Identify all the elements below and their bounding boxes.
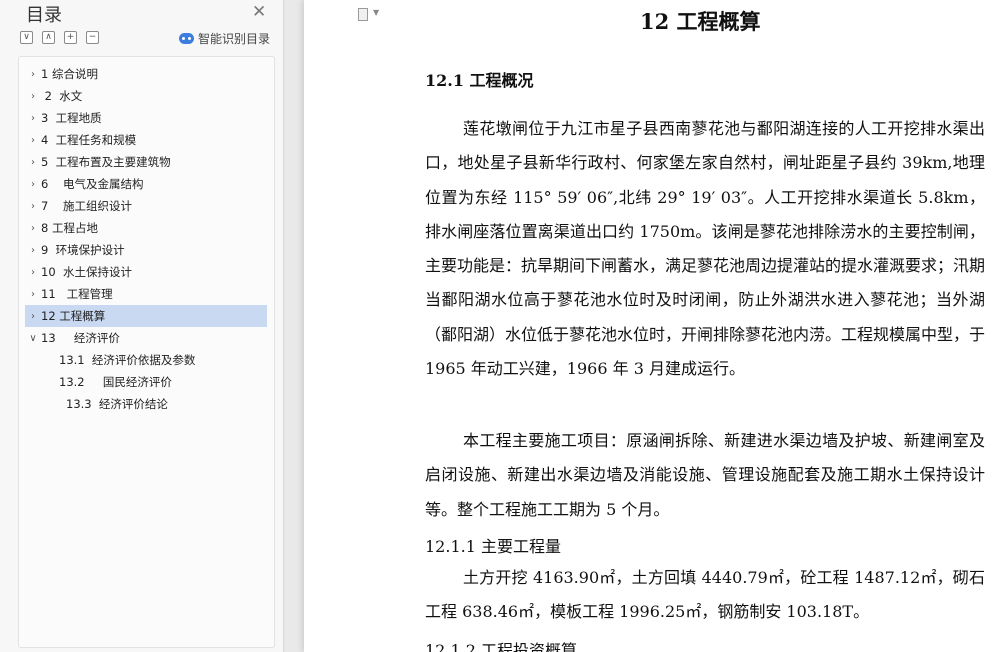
sidebar-splitter[interactable]	[285, 0, 304, 652]
subsection-heading: 12.1.1 主要工程量	[425, 537, 561, 556]
toc-toolbar: ∨ ∧ + −	[20, 31, 99, 44]
caret-down-icon[interactable]: ▼	[373, 8, 379, 17]
ai-icon	[179, 33, 194, 44]
body-paragraph: 莲花墩闸位于九江市星子县西南蓼花池与鄱阳湖连接的人工开挖排水渠出口，地处星子县新…	[425, 119, 986, 379]
toc-item-label: 11 工程管理	[41, 287, 113, 301]
toc-item[interactable]: › 1 综合说明	[25, 63, 267, 85]
chevron-down-icon[interactable]: ∨	[25, 333, 41, 344]
toc-item-label: 1 综合说明	[41, 67, 98, 81]
toc-item[interactable]: › 2 水文	[25, 85, 267, 107]
chevron-right-icon[interactable]: ›	[25, 69, 41, 80]
body-paragraph: 本工程主要施工项目：原涵闸拆除、新建进水渠边墙及护坡、新建闸室及启闭设施、新建出…	[425, 431, 985, 519]
chevron-right-icon[interactable]: ›	[25, 113, 41, 124]
toc-item[interactable]: › 4 工程任务和规模	[25, 129, 267, 151]
chevron-right-icon[interactable]: ›	[25, 179, 41, 190]
toc-item-label: 13 经济评价	[41, 331, 120, 345]
toc-item[interactable]: › 7 施工组织设计	[25, 195, 267, 217]
section-heading: 12.1 工程概况	[425, 71, 534, 90]
chapter-title: 12 工程概算	[640, 9, 761, 34]
chevron-right-icon[interactable]: ›	[25, 311, 41, 322]
toc-sidebar: 目录 ✕ ∨ ∧ + − 智能识别目录 › 1 综合说明 › 2 水文 › 3 工程…	[0, 0, 284, 652]
chevron-right-icon[interactable]: ›	[25, 135, 41, 146]
toc-item-label: 5 工程布置及主要建筑物	[41, 155, 171, 169]
toc-subitem-label: 13.3 经济评价结论	[66, 397, 168, 411]
toc-item[interactable]: › 5 工程布置及主要建筑物	[25, 151, 267, 173]
toc-item[interactable]: ∨ 13 经济评价	[25, 327, 267, 349]
toc-item-label: 10 水土保持设计	[41, 265, 132, 279]
document-icon[interactable]	[358, 8, 368, 21]
toc-subitem-label: 13.1 经济评价依据及参数	[59, 353, 196, 367]
toc-title: 目录	[26, 5, 62, 26]
toc-subitem[interactable]: 13.3 经济评价结论	[66, 393, 267, 415]
toc-item[interactable]: › 3 工程地质	[25, 107, 267, 129]
chevron-right-icon[interactable]: ›	[25, 91, 41, 102]
smart-toc-button[interactable]: 智能识别目录	[179, 30, 270, 47]
toc-list: › 1 综合说明 › 2 水文 › 3 工程地质 › 4 工程任务和规模 › 5 工程布…	[18, 56, 275, 648]
toc-item-label: 9 环境保护设计	[41, 243, 125, 257]
remove-heading-button[interactable]: −	[86, 31, 99, 44]
toc-item[interactable]: › 6 电气及金属结构	[25, 173, 267, 195]
subsection-heading: 12.1.2 工程投资概算	[425, 641, 577, 652]
toc-item[interactable]: › 10 水土保持设计	[25, 261, 267, 283]
toc-subitem[interactable]: 13.2 国民经济评价	[59, 371, 267, 393]
toc-item-label: 3 工程地质	[41, 111, 102, 125]
toc-subitem[interactable]: 13.1 经济评价依据及参数	[59, 349, 267, 371]
chevron-right-icon[interactable]: ›	[25, 201, 41, 212]
toc-item-label: 2 水文	[41, 89, 83, 103]
chevron-right-icon[interactable]: ›	[25, 267, 41, 278]
chevron-right-icon[interactable]: ›	[25, 289, 41, 300]
toc-item[interactable]: › 11 工程管理	[25, 283, 267, 305]
close-icon[interactable]: ✕	[252, 2, 266, 22]
chevron-right-icon[interactable]: ›	[25, 245, 41, 256]
chevron-right-icon[interactable]: ›	[25, 223, 41, 234]
chevron-right-icon[interactable]: ›	[25, 157, 41, 168]
toc-item-label: 8 工程占地	[41, 221, 98, 235]
toc-subitem-label: 13.2 国民经济评价	[59, 375, 172, 389]
add-heading-button[interactable]: +	[64, 31, 77, 44]
body-paragraph: 土方开挖 4163.90㎡，土方回填 4440.79㎡，砼工程 1487.12㎡…	[425, 568, 985, 622]
toc-item[interactable]: › 8 工程占地	[25, 217, 267, 239]
collapse-all-button[interactable]: ∧	[42, 31, 55, 44]
toc-item[interactable]: › 9 环境保护设计	[25, 239, 267, 261]
toc-item-label: 6 电气及金属结构	[41, 177, 144, 191]
toc-item-label: 12 工程概算	[41, 309, 106, 323]
smart-toc-label: 智能识别目录	[198, 32, 271, 46]
toc-item-label: 4 工程任务和规模	[41, 133, 137, 147]
expand-all-button[interactable]: ∨	[20, 31, 33, 44]
toc-item-active[interactable]: › 12 工程概算	[25, 305, 267, 327]
toc-item-label: 7 施工组织设计	[41, 199, 132, 213]
